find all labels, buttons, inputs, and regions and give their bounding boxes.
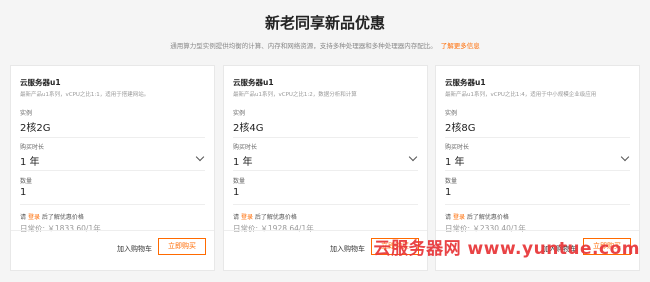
divider <box>20 170 205 171</box>
hint-suffix: 后了解优惠价格 <box>466 214 509 221</box>
login-link[interactable]: 登录 <box>453 214 465 221</box>
chevron-down-icon[interactable] <box>195 152 205 162</box>
duration-select[interactable]: 1 年 <box>20 153 40 168</box>
login-link[interactable]: 登录 <box>241 214 253 221</box>
product-desc: 最新产品u1系列，vCPU之比1:1，适用于搭建网站。 <box>20 92 150 98</box>
hint-suffix: 后了解优惠价格 <box>41 214 84 221</box>
product-desc: 最新产品u1系列，vCPU之比1:4，适用于中小规模企业级应用 <box>445 92 597 98</box>
add-to-cart-button[interactable]: 加入购物车 <box>117 244 152 254</box>
quantity-label: 数量 <box>445 178 458 185</box>
duration-label: 购买时长 <box>233 144 258 151</box>
login-hint: 请 登录 后了解优惠价格 <box>20 212 84 221</box>
instance-label: 实例 <box>445 110 458 117</box>
subtitle-text: 通用算力型实例提供均衡的计算、内存和网络资源，支持多种处理器和多种处理器内存配比… <box>170 42 437 50</box>
quantity-input[interactable]: 1 <box>233 187 239 198</box>
instance-label: 实例 <box>20 110 33 117</box>
duration-select[interactable]: 1 年 <box>445 153 465 168</box>
divider <box>20 137 205 138</box>
divider <box>233 170 418 171</box>
page-subtitle: 通用算力型实例提供均衡的计算、内存和网络资源，支持多种处理器和多种处理器内存配比… <box>0 40 650 50</box>
divider <box>233 137 418 138</box>
quantity-input[interactable]: 1 <box>20 187 26 198</box>
instance-select[interactable]: 2核4G <box>233 119 263 134</box>
divider <box>445 204 630 205</box>
instance-select[interactable]: 2核8G <box>445 119 475 134</box>
login-hint: 请 登录 后了解优惠价格 <box>233 212 297 221</box>
quantity-input[interactable]: 1 <box>445 187 451 198</box>
product-desc: 最新产品u1系列，vCPU之比1:2，数据分析和计算 <box>233 92 357 98</box>
login-link[interactable]: 登录 <box>28 214 40 221</box>
instance-select[interactable]: 2核2G <box>20 119 50 134</box>
duration-label: 购买时长 <box>20 144 45 151</box>
card-footer: 加入购物车 立即购买 <box>11 230 214 270</box>
product-name: 云服务器u1 <box>233 78 274 87</box>
chevron-down-icon[interactable] <box>620 152 630 162</box>
site-watermark: 云服务器网 www.yuntue.com <box>373 239 640 259</box>
product-name: 云服务器u1 <box>445 78 486 87</box>
add-to-cart-button[interactable]: 加入购物车 <box>330 244 365 254</box>
product-name: 云服务器u1 <box>20 78 61 87</box>
chevron-down-icon[interactable] <box>408 152 418 162</box>
hint-suffix: 后了解优惠价格 <box>254 214 297 221</box>
duration-label: 购买时长 <box>445 144 470 151</box>
divider <box>233 204 418 205</box>
duration-select[interactable]: 1 年 <box>233 153 253 168</box>
divider <box>20 204 205 205</box>
learn-more-link[interactable]: 了解更多信息 <box>441 42 480 50</box>
hint-prefix: 请 <box>233 214 240 221</box>
login-hint: 请 登录 后了解优惠价格 <box>445 212 509 221</box>
buy-now-button[interactable]: 立即购买 <box>158 238 206 255</box>
quantity-label: 数量 <box>233 178 246 185</box>
instance-label: 实例 <box>233 110 246 117</box>
quantity-label: 数量 <box>20 178 33 185</box>
page-title: 新老同享新品优惠 <box>264 14 385 32</box>
divider <box>445 170 630 171</box>
product-card-2c2g: 云服务器u1 最新产品u1系列，vCPU之比1:1，适用于搭建网站。 实例 2核… <box>10 65 215 271</box>
divider <box>445 137 630 138</box>
hint-prefix: 请 <box>445 214 452 221</box>
hint-prefix: 请 <box>20 214 27 221</box>
